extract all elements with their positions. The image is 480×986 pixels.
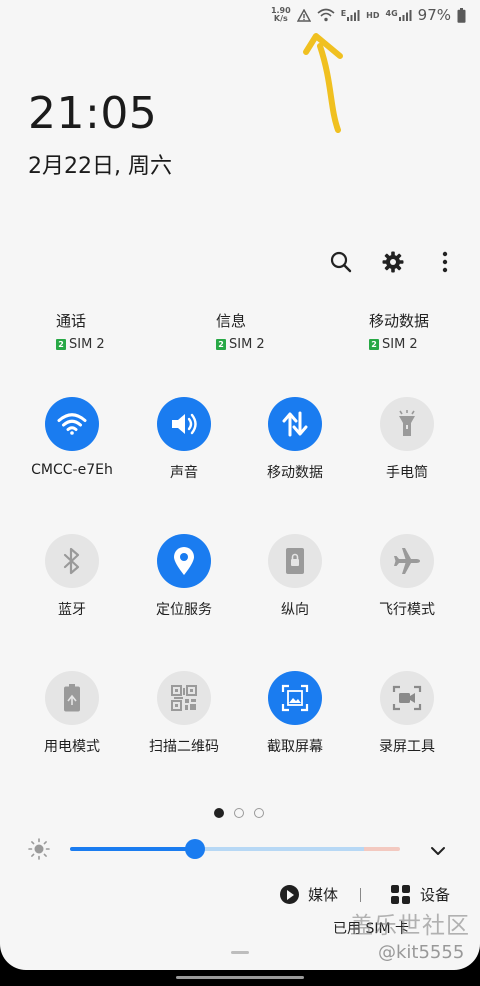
tile-screen-record[interactable]: 录屏工具 bbox=[347, 671, 467, 756]
qr-code-icon[interactable] bbox=[157, 671, 211, 725]
sim-pref-value: SIM 2 bbox=[69, 337, 105, 352]
page-dot-active[interactable] bbox=[214, 808, 224, 818]
search-icon[interactable] bbox=[328, 248, 354, 276]
airplane-icon[interactable] bbox=[380, 534, 434, 588]
tile-qr-scan[interactable]: 扫描二维码 bbox=[124, 671, 244, 756]
tile-label: 手电筒 bbox=[386, 465, 428, 481]
tile-label: CMCC-e7Eh bbox=[31, 462, 113, 478]
net-speed: 1.90 K/s bbox=[271, 7, 291, 23]
power-mode-icon[interactable] bbox=[45, 671, 99, 725]
page-indicator bbox=[214, 808, 264, 818]
tile-sound[interactable]: 声音 bbox=[124, 397, 244, 482]
sim-badge: 2 bbox=[216, 339, 226, 350]
panel-handle[interactable] bbox=[231, 951, 249, 954]
wifi-status-icon bbox=[317, 8, 335, 22]
watermark: 盖乐世社区 bbox=[350, 913, 470, 939]
tile-location[interactable]: 定位服务 bbox=[124, 534, 244, 619]
tile-label: 录屏工具 bbox=[379, 739, 435, 755]
tile-screenshot[interactable]: 截取屏幕 bbox=[235, 671, 355, 756]
brightness-track-warm bbox=[364, 847, 400, 851]
chevron-down-icon[interactable] bbox=[430, 841, 446, 860]
sim-pref-label: 信息 bbox=[216, 312, 247, 330]
tile-bluetooth[interactable]: 蓝牙 bbox=[12, 534, 132, 619]
net-speed-unit: K/s bbox=[273, 14, 288, 23]
tile-portrait[interactable]: 纵向 bbox=[235, 534, 355, 619]
tile-label: 截取屏幕 bbox=[267, 739, 323, 755]
brightness-track bbox=[196, 847, 364, 851]
panel-actions bbox=[328, 248, 458, 276]
tile-label: 蓝牙 bbox=[58, 602, 86, 618]
watermark-author: @kit5555 bbox=[378, 942, 465, 963]
status-bar: 1.90 K/s E HD 4G 97% bbox=[271, 4, 466, 26]
page-dot[interactable] bbox=[234, 808, 244, 818]
tile-label: 定位服务 bbox=[156, 602, 212, 618]
lte-label: 4G bbox=[385, 9, 398, 18]
tile-flashlight[interactable]: 手电筒 bbox=[347, 397, 467, 482]
annotation-arrow-icon bbox=[303, 33, 343, 133]
tile-airplane[interactable]: 飞行模式 bbox=[347, 534, 467, 619]
media-label: 媒体 bbox=[308, 886, 339, 904]
sim-pref-value: SIM 2 bbox=[229, 337, 265, 352]
tile-label: 用电模式 bbox=[44, 739, 100, 755]
location-icon[interactable] bbox=[157, 534, 211, 588]
mobile-data-icon[interactable] bbox=[268, 397, 322, 451]
tile-label: 飞行模式 bbox=[379, 602, 435, 618]
tile-label: 声音 bbox=[170, 465, 198, 481]
sim-pref-value: SIM 2 bbox=[382, 337, 418, 352]
brightness-slider[interactable] bbox=[0, 836, 480, 862]
screenshot-icon[interactable] bbox=[268, 671, 322, 725]
clock: 21:05 bbox=[28, 88, 158, 139]
brightness-thumb[interactable] bbox=[185, 839, 205, 859]
wifi-icon[interactable] bbox=[45, 397, 99, 451]
battery-icon bbox=[457, 7, 466, 23]
sim-badge: 2 bbox=[369, 339, 379, 350]
devices-label: 设备 bbox=[420, 886, 451, 904]
bluetooth-icon[interactable] bbox=[45, 534, 99, 588]
tile-mobile-data[interactable]: 移动数据 bbox=[235, 397, 355, 482]
tile-label: 纵向 bbox=[281, 602, 309, 618]
warning-icon bbox=[296, 8, 311, 22]
divider bbox=[360, 888, 361, 902]
sim-pref-label: 移动数据 bbox=[369, 312, 430, 330]
sim-pref-label: 通话 bbox=[56, 312, 87, 330]
sim-pref-mobile-data[interactable]: 移动数据 2 SIM 2 bbox=[369, 310, 429, 352]
brightness-icon bbox=[28, 838, 50, 864]
hd-label: HD bbox=[366, 10, 380, 20]
quick-panel: 1.90 K/s E HD 4G 97% 21:05 2月22日, 周六 通话 … bbox=[0, 0, 480, 970]
devices-icon bbox=[391, 885, 410, 904]
gear-icon[interactable] bbox=[380, 248, 406, 276]
sim-badge: 2 bbox=[56, 339, 66, 350]
devices-button[interactable]: 设备 bbox=[391, 884, 450, 905]
signal-sim2-icon: 4G bbox=[386, 9, 412, 21]
sim-pref-calls[interactable]: 通话 2 SIM 2 bbox=[56, 310, 105, 352]
tile-power-mode[interactable]: 用电模式 bbox=[12, 671, 132, 756]
date: 2月22日, 周六 bbox=[28, 154, 172, 179]
screen-record-icon[interactable] bbox=[380, 671, 434, 725]
flashlight-icon[interactable] bbox=[380, 397, 434, 451]
battery-percent: 97% bbox=[417, 6, 451, 24]
portrait-lock-icon[interactable] bbox=[268, 534, 322, 588]
more-options-icon[interactable] bbox=[432, 248, 458, 276]
tile-label: 移动数据 bbox=[267, 465, 323, 481]
volume-icon[interactable] bbox=[157, 397, 211, 451]
play-icon bbox=[280, 885, 299, 904]
home-indicator[interactable] bbox=[176, 976, 304, 979]
sim-pref-messages[interactable]: 信息 2 SIM 2 bbox=[216, 310, 265, 352]
page-dot[interactable] bbox=[254, 808, 264, 818]
media-button[interactable]: 媒体 bbox=[280, 884, 338, 905]
tile-wifi[interactable]: CMCC-e7Eh bbox=[12, 397, 132, 478]
signal-sim1-icon: E bbox=[341, 9, 360, 21]
brightness-track-filled bbox=[70, 847, 196, 851]
tile-label: 扫描二维码 bbox=[149, 739, 219, 755]
